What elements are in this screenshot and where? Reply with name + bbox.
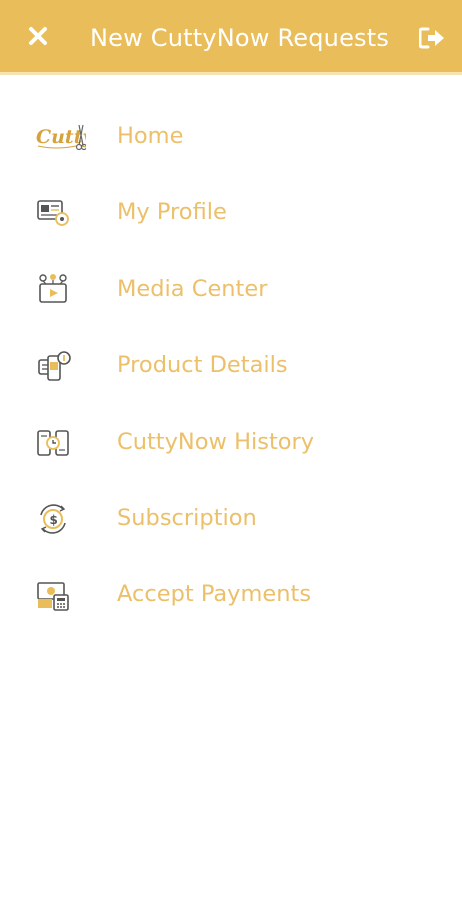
logout-button[interactable] <box>418 24 446 52</box>
menu-item-my-profile[interactable]: My Profile <box>0 175 462 251</box>
menu-label-media-center: Media Center <box>117 275 268 302</box>
cutty-logo-icon: Cutty <box>36 119 95 155</box>
menu-item-accept-payments[interactable]: Accept Payments <box>0 557 462 633</box>
side-menu: Cutty Home My Profile <box>0 99 462 634</box>
menu-item-subscription[interactable]: $ Subscription <box>0 481 462 557</box>
svg-text:$: $ <box>50 513 58 527</box>
menu-label-product-details: Product Details <box>117 352 288 379</box>
close-button[interactable] <box>24 22 52 50</box>
menu-item-cuttynow-history[interactable]: CuttyNow History <box>0 405 462 481</box>
app-header: New CuttyNow Requests <box>0 0 462 75</box>
menu-label-accept-payments: Accept Payments <box>117 581 312 608</box>
subscription-icon: $ <box>36 501 74 537</box>
logout-icon <box>419 27 444 49</box>
menu-label-my-profile: My Profile <box>117 199 227 226</box>
media-center-icon <box>36 272 74 308</box>
menu-item-home[interactable]: Cutty Home <box>0 99 462 175</box>
menu-label-subscription: Subscription <box>117 504 257 531</box>
menu-label-home: Home <box>117 123 184 149</box>
history-icon <box>36 425 74 461</box>
product-details-icon <box>36 348 74 384</box>
payments-icon <box>36 577 74 613</box>
menu-item-product-details[interactable]: Product Details <box>0 328 462 404</box>
page-title: New CuttyNow Requests <box>90 24 390 52</box>
menu-label-cuttynow-history: CuttyNow History <box>117 428 315 455</box>
menu-item-media-center[interactable]: Media Center <box>0 252 462 328</box>
close-icon <box>29 27 47 45</box>
profile-card-icon <box>36 195 74 231</box>
